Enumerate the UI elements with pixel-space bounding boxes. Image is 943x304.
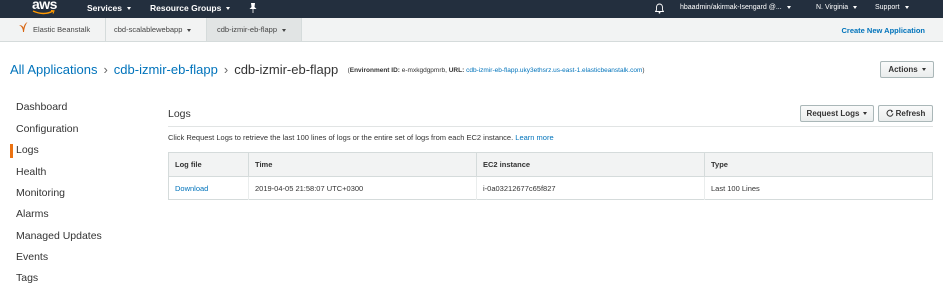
sidebar-active-indicator [10,144,13,158]
region-label: N. Virginia [816,4,849,11]
refresh-button[interactable]: Refresh [878,105,933,122]
column-header-log-file[interactable]: Log file [168,152,249,177]
download-link[interactable]: Download [168,176,249,200]
cell-ec2-instance: i-0a03212677c65f827 [476,176,705,200]
request-logs-label: Request Logs [806,109,860,118]
services-label: Services [87,3,122,13]
pin-icon[interactable] [249,3,257,15]
column-header-time[interactable]: Time [248,152,477,177]
support-label: Support [875,4,900,11]
sidebar-item-alarms[interactable]: Alarms [16,208,49,220]
refresh-icon [886,107,894,122]
support-menu[interactable]: Support [875,4,909,11]
resource-groups-label: Resource Groups [150,3,222,13]
sidebar-item-dashboard[interactable]: Dashboard [16,101,67,113]
cell-type: Last 100 Lines [711,183,760,193]
subnav-service[interactable]: Elastic Beanstalk [10,18,106,41]
services-menu[interactable]: Services [87,3,131,13]
account-menu[interactable]: hbaadmin/akirmak-Isengard @... [680,4,791,11]
actions-label: Actions [888,65,918,74]
description-text: Click Request Logs to retrieve the last … [168,133,514,142]
logs-description: Click Request Logs to retrieve the last … [168,133,554,142]
env-id-value: e-mxkgdgpmrb, [401,67,447,74]
sidebar-item-tags[interactable]: Tags [16,272,38,284]
section-title: Logs [168,108,191,120]
environment-url-link[interactable]: cdb-izmir-eb-flapp.uky3ethsrz.us-east-1.… [466,67,642,74]
learn-more-link[interactable]: Learn more [515,133,553,142]
account-label: hbaadmin/akirmak-Isengard @... [680,4,782,11]
cell-time: 2019-04-05 21:58:07 UTC+0300 [248,176,477,200]
resource-groups-menu[interactable]: Resource Groups [150,3,231,13]
column-header-type[interactable]: Type [704,152,933,177]
breadcrumb: All Applications › cdb-izmir-eb-flapp › cdb-… [10,62,645,77]
beanstalk-icon [18,19,28,42]
top-navigation-bar: aws Services Resource Groups hbaadmin/ak… [0,0,943,18]
breadcrumb-all-applications[interactable]: All Applications [10,62,97,77]
breadcrumb-environment: cdb-izmir-eb-flapp [234,62,339,77]
sidebar-item-managed-updates[interactable]: Managed Updates [16,230,102,242]
subnav-environment[interactable]: cdb-izmir-eb-flapp [207,18,302,41]
logs-table: Log file Time EC2 instance Type Download… [168,152,933,200]
sidebar-item-configuration[interactable]: Configuration [16,123,78,135]
subnav-environment-label: cdb-izmir-eb-flapp [217,25,278,34]
env-id-label: Environment ID: [349,67,400,74]
service-subnav: Elastic Beanstalk cbd-scalablewebapp cdb… [0,18,943,42]
chevron-down-icon [863,112,868,116]
subnav-application-label: cbd-scalablewebapp [114,25,183,34]
chevron-down-icon [904,5,909,9]
breadcrumb-application[interactable]: cdb-izmir-eb-flapp [114,62,218,77]
url-label: URL: [448,67,465,74]
sidebar-item-health[interactable]: Health [16,166,46,178]
request-logs-button[interactable]: Request Logs [800,105,874,122]
sidebar-item-events[interactable]: Events [16,251,48,263]
breadcrumb-separator: › [223,62,229,77]
refresh-label: Refresh [895,109,926,118]
aws-smile-icon [32,10,55,15]
chevron-down-icon [921,68,926,72]
breadcrumb-separator: › [103,62,108,77]
subnav-application[interactable]: cbd-scalablewebapp [106,18,207,41]
bell-icon[interactable] [654,3,665,17]
chevron-down-icon [187,28,192,32]
chevron-down-icon [282,28,287,32]
sidebar-item-monitoring[interactable]: Monitoring [16,187,65,199]
actions-button[interactable]: Actions [880,61,934,78]
chevron-down-icon [126,7,131,11]
table-row: Download 2019-04-05 21:58:07 UTC+0300 i-… [168,176,933,200]
column-header-ec2-instance[interactable]: EC2 instance [476,152,705,177]
environment-info: (Environment ID: e-mxkgdgpmrb, URL: cdb-… [347,67,645,74]
chevron-down-icon [226,7,231,11]
section-divider [168,126,933,127]
chevron-down-icon [786,5,791,9]
sidebar-item-logs[interactable]: Logs [16,144,39,156]
chevron-down-icon [853,5,858,9]
subnav-service-label: Elastic Beanstalk [33,25,91,34]
region-menu[interactable]: N. Virginia [816,4,858,11]
create-new-application-link[interactable]: Create New Application [842,26,926,35]
table-header-row: Log file Time EC2 instance Type [168,152,933,177]
